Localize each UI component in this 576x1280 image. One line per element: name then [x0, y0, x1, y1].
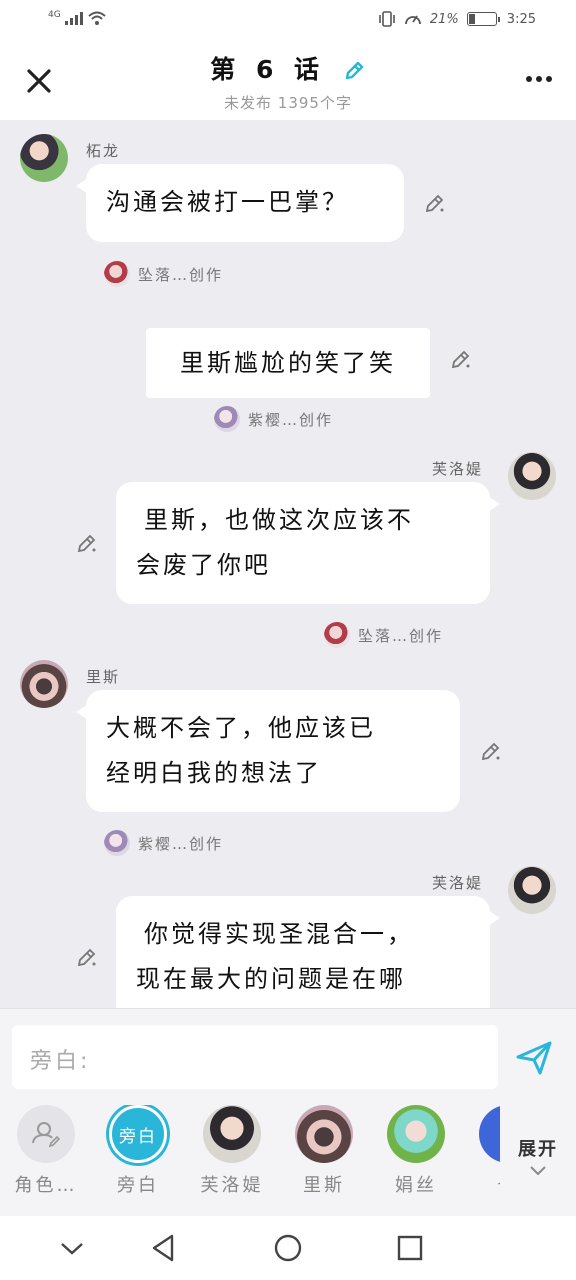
role-item-narration[interactable]: 旁白 旁白	[92, 1105, 184, 1197]
role-label: 芙洛媞	[200, 1175, 264, 1196]
message-bubble[interactable]: 大概不会了，他应该已 经明白我的想法了	[76, 690, 460, 812]
editor-header: 第 6 话 未发布 1395个字	[0, 42, 576, 120]
speaker-name: 里斯	[86, 668, 121, 686]
author-avatar	[104, 830, 130, 856]
role-item-partial[interactable]: 也	[462, 1105, 500, 1197]
role-avatar	[203, 1105, 261, 1163]
recents-icon[interactable]	[394, 1232, 426, 1264]
author-avatar	[214, 406, 240, 432]
role-avatar	[295, 1105, 353, 1163]
role-label: 娟丝	[395, 1175, 437, 1196]
message-input[interactable]: 旁白:	[12, 1025, 498, 1089]
narration-block[interactable]: 里斯尴尬的笑了笑	[146, 328, 430, 398]
author-credit[interactable]: 坠落…创作	[324, 622, 443, 648]
story-chat[interactable]: 柘龙 沟通会被打一巴掌？ 坠落…创作 里斯尴尬的笑了笑 紫樱…创作 芙洛媞 里斯…	[0, 120, 576, 1008]
composer-panel: 旁白: 角色… 旁白 旁白 芙洛媞 里斯 娟丝 也	[0, 1008, 576, 1216]
avatar-zhelong[interactable]	[20, 134, 68, 182]
message-bubble[interactable]: 你觉得实现圣混合一， 现在最大的问题是在哪	[116, 896, 500, 1008]
role-label: 也	[462, 1171, 501, 1197]
hide-keyboard-icon[interactable]	[56, 1232, 88, 1264]
role-item-lisi[interactable]: 里斯	[278, 1105, 370, 1197]
chapter-subtitle: 未发布 1395个字	[224, 94, 352, 112]
role-picker[interactable]: 角色… 旁白 旁白 芙洛媞 里斯 娟丝 也	[0, 1105, 500, 1205]
clock: 3:25	[506, 11, 536, 27]
author-avatar	[104, 261, 130, 287]
message-line: 沟通会被打一巴掌？	[106, 188, 349, 216]
message-line: 你觉得实现圣混合一，	[144, 920, 414, 948]
message-bubble[interactable]: 沟通会被打一巴掌？	[76, 164, 404, 242]
input-role-label: 旁白:	[30, 1049, 91, 1074]
avatar-fuluoti[interactable]	[508, 866, 556, 914]
system-nav-bar	[0, 1216, 576, 1280]
edit-message-icon[interactable]	[424, 192, 446, 214]
role-item-add[interactable]: 角色…	[0, 1105, 92, 1197]
speed-icon	[404, 15, 421, 25]
message-line: 里斯，也做这次应该不	[144, 506, 414, 534]
narration-role-circle: 旁白	[109, 1105, 167, 1163]
edit-message-icon[interactable]	[76, 946, 98, 968]
speaker-name: 柘龙	[86, 142, 121, 160]
network-label: 4G	[48, 10, 61, 20]
role-item-juansi[interactable]: 娟丝	[370, 1105, 462, 1197]
chevron-down-icon	[530, 1166, 546, 1176]
page-title[interactable]: 第 6 话	[0, 50, 576, 86]
author-credit[interactable]: 紫樱…创作	[104, 830, 223, 856]
role-label: 里斯	[303, 1175, 345, 1196]
message-line: 经明白我的想法了	[106, 759, 322, 787]
message-line: 会废了你吧	[136, 551, 271, 579]
edit-title-icon[interactable]	[342, 59, 366, 83]
battery-icon	[466, 12, 500, 26]
role-avatar	[479, 1105, 500, 1163]
more-options-icon[interactable]	[526, 76, 552, 82]
narration-circle-text: 旁白	[119, 1127, 157, 1147]
home-icon[interactable]	[272, 1232, 304, 1264]
back-icon[interactable]	[148, 1232, 180, 1264]
role-label: 旁白	[117, 1175, 159, 1196]
speaker-name: 芙洛媞	[432, 460, 484, 478]
status-bar: 4G 21% 3:25	[0, 0, 576, 42]
signal-icon	[64, 11, 83, 25]
author-credit[interactable]: 紫樱…创作	[214, 406, 333, 432]
send-icon[interactable]	[512, 1035, 556, 1079]
edit-message-icon[interactable]	[450, 348, 472, 370]
expand-button[interactable]: 展开	[510, 1135, 566, 1182]
role-avatar	[387, 1105, 445, 1163]
author-avatar	[324, 622, 350, 648]
avatar-fuluoti[interactable]	[508, 452, 556, 500]
speaker-name: 芙洛媞	[432, 874, 484, 892]
battery-percent: 21%	[429, 11, 459, 27]
vibrate-icon	[379, 11, 395, 27]
message-line: 大概不会了，他应该已	[106, 714, 376, 742]
edit-message-icon[interactable]	[76, 532, 98, 554]
person-add-icon	[17, 1105, 75, 1163]
chapter-title[interactable]: 第 6 话	[210, 55, 325, 84]
message-bubble[interactable]: 里斯，也做这次应该不 会废了你吧	[116, 482, 500, 604]
role-item-fuluoti[interactable]: 芙洛媞	[186, 1105, 278, 1197]
role-label: 角色…	[14, 1175, 78, 1196]
avatar-lisi[interactable]	[20, 660, 68, 708]
edit-message-icon[interactable]	[480, 740, 502, 762]
author-credit[interactable]: 坠落…创作	[104, 261, 223, 287]
wifi-icon	[88, 11, 106, 25]
message-line: 现在最大的问题是在哪	[136, 965, 406, 993]
